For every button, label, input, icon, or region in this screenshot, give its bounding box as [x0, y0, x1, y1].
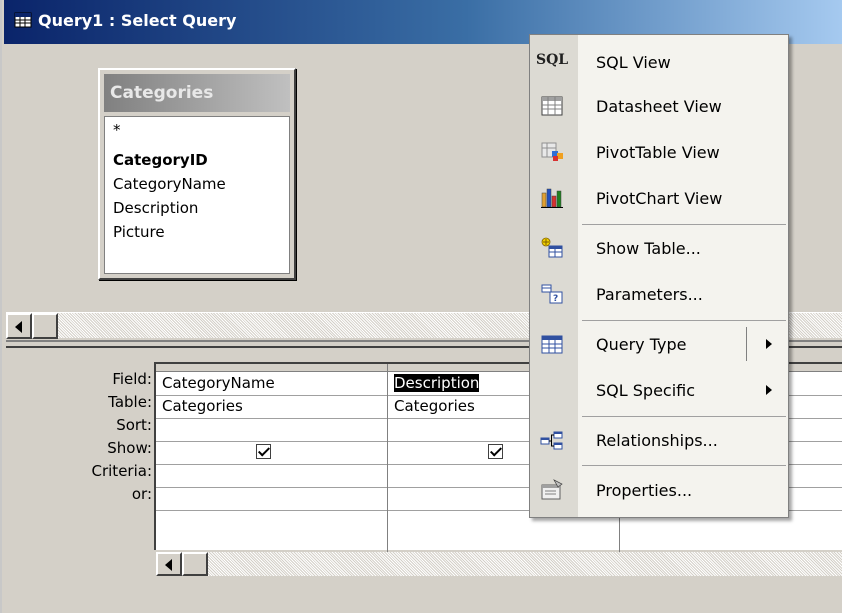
parameters-icon: ?	[541, 284, 563, 304]
row-label-or: or:	[131, 485, 152, 503]
menu-item-pivottable-view[interactable]: PivotTable View	[530, 129, 788, 175]
grid-cell-show[interactable]	[156, 441, 387, 465]
field-list-item-all[interactable]: *	[113, 121, 121, 139]
grid-column-1[interactable]: CategoryName Categories	[156, 364, 388, 552]
arrow-left-icon	[15, 321, 22, 333]
menu-item-label: PivotChart View	[596, 189, 723, 208]
datasheet-icon	[541, 96, 563, 116]
menu-item-sql-specific[interactable]: SQL Specific	[530, 367, 788, 413]
scroll-left-button[interactable]	[156, 552, 182, 576]
scroll-thumb[interactable]	[182, 552, 208, 576]
pivottable-icon	[541, 142, 563, 161]
pivotchart-icon	[541, 188, 563, 208]
scroll-thumb[interactable]	[32, 313, 58, 339]
show-table-icon	[541, 237, 563, 258]
menu-item-label: Show Table...	[596, 239, 701, 258]
row-label-sort: Sort:	[116, 416, 152, 434]
menu-item-parameters[interactable]: ? Parameters...	[530, 271, 788, 317]
row-label-show: Show:	[107, 439, 152, 457]
submenu-arrow-icon	[766, 385, 772, 395]
menu-separator	[582, 465, 786, 466]
context-menu: SQL SQL View Datasheet View PivotTable V…	[529, 34, 789, 518]
menu-item-label: SQL View	[596, 53, 671, 72]
query-window: Query1 : Select Query Categories * Categ…	[0, 0, 842, 613]
window-title: Query1 : Select Query	[38, 11, 237, 30]
menu-item-label: Relationships...	[596, 431, 718, 450]
query-type-icon	[541, 335, 563, 354]
menu-item-relationships[interactable]: Relationships...	[530, 417, 788, 463]
sql-icon: SQL	[536, 52, 569, 68]
show-checkbox[interactable]	[488, 444, 503, 459]
submenu-arrow-icon	[766, 339, 772, 349]
row-label-field: Field:	[112, 370, 152, 388]
field-list-title[interactable]: Categories	[104, 74, 290, 112]
menu-item-sql-view[interactable]: SQL SQL View	[530, 39, 788, 85]
categories-field-list[interactable]: Categories * CategoryID CategoryName Des…	[98, 68, 296, 280]
grid-cell-table[interactable]: Categories	[156, 395, 387, 419]
menu-item-query-type[interactable]: Query Type	[530, 321, 788, 367]
menu-item-label: Parameters...	[596, 285, 703, 304]
field-list-item-categoryname[interactable]: CategoryName	[113, 175, 226, 193]
show-checkbox[interactable]	[256, 444, 271, 459]
menu-item-properties[interactable]: Properties...	[530, 467, 788, 513]
field-list-item-categoryid[interactable]: CategoryID	[113, 151, 208, 169]
menu-item-label: Query Type	[596, 335, 687, 354]
menu-item-show-table[interactable]: Show Table...	[530, 225, 788, 271]
arrow-left-icon	[165, 559, 172, 571]
grid-cell-or[interactable]	[156, 487, 387, 511]
menu-item-pivotchart-view[interactable]: PivotChart View	[530, 175, 788, 221]
column-selector[interactable]	[156, 364, 387, 372]
submenu-split-line	[746, 327, 747, 361]
menu-item-label: Properties...	[596, 481, 693, 500]
menu-item-label: Datasheet View	[596, 97, 722, 116]
field-list-body: * CategoryID CategoryName Description Pi…	[104, 116, 290, 274]
row-label-table: Table:	[108, 393, 152, 411]
grid-cell-criteria[interactable]	[156, 464, 387, 488]
menu-item-label: SQL Specific	[596, 381, 696, 400]
svg-text:?: ?	[553, 294, 558, 304]
properties-icon	[541, 479, 563, 500]
field-list-item-description[interactable]: Description	[113, 199, 198, 217]
grid-scrollbar[interactable]	[156, 552, 842, 576]
menu-item-label: PivotTable View	[596, 143, 720, 162]
scroll-left-button[interactable]	[6, 313, 32, 339]
query-window-icon	[14, 12, 32, 28]
relationships-icon	[540, 431, 563, 450]
grid-cell-field[interactable]: CategoryName	[156, 372, 387, 396]
menu-item-datasheet-view[interactable]: Datasheet View	[530, 83, 788, 129]
row-label-criteria: Criteria:	[91, 462, 153, 480]
field-list-item-picture[interactable]: Picture	[113, 223, 165, 241]
grid-cell-sort[interactable]	[156, 418, 387, 442]
